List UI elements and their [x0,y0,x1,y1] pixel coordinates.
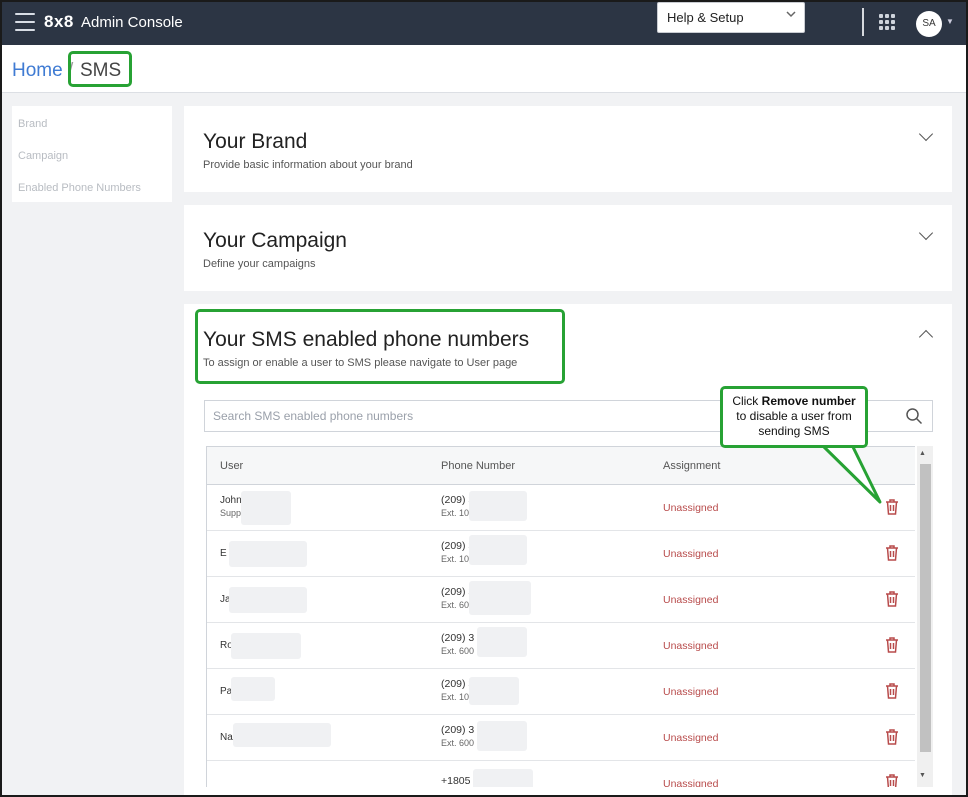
assignment-status: Unassigned [663,502,719,514]
app-title: Admin Console [81,14,183,31]
help-setup-label: Help & Setup [667,10,744,25]
campaign-card[interactable]: Your Campaign Define your campaigns [184,205,952,291]
column-header-user: User [220,460,244,472]
brand-logo: 8x8 [44,12,74,31]
sidebar-item-enabled-phone-numbers[interactable]: Enabled Phone Numbers [18,182,141,194]
chevron-down-icon [786,11,796,18]
highlight-box-section [195,309,565,384]
help-setup-dropdown[interactable]: Help & Setup [657,2,805,33]
trash-icon[interactable] [884,728,900,746]
assignment-status: Unassigned [663,778,719,787]
caret-down-icon[interactable]: ▼ [946,17,954,26]
trash-icon[interactable] [884,590,900,608]
table-row: Ja (209) 3 Ext. 600 Unassigned [207,577,915,623]
brand-card-title: Your Brand [203,130,308,153]
assignment-status: Unassigned [663,548,719,560]
callout-annotation: Click Remove number to disable a user fr… [720,386,868,448]
trash-icon[interactable] [884,498,900,516]
assignment-status: Unassigned [663,640,719,652]
table-row: Pa (209) 3 Ext. 100 Unassigned [207,669,915,715]
app-window: 8x8 Admin Console Help & Setup SA ▼ Home… [0,0,968,797]
column-header-phone: Phone Number [441,460,515,472]
breadcrumb: Home / SMS [2,45,966,93]
table-row: Na (209) 3 Ext. 600 Unassigned [207,715,915,761]
search-icon[interactable] [905,407,923,425]
table-header: User Phone Number Assignment [207,446,915,485]
user-cell: John Supp [220,495,242,518]
assignment-status: Unassigned [663,732,719,744]
sidebar-item-brand[interactable]: Brand [18,118,47,130]
breadcrumb-home-link[interactable]: Home [12,60,63,82]
scroll-up-arrow-icon[interactable]: ▲ [919,450,926,457]
trash-icon[interactable] [884,636,900,654]
table-scrollbar-thumb[interactable] [920,464,931,752]
trash-icon[interactable] [884,544,900,562]
chevron-down-icon[interactable] [918,126,934,142]
header-divider [862,8,864,36]
trash-icon[interactable] [884,773,900,787]
highlight-box-breadcrumb [68,51,132,87]
brand-card[interactable]: Your Brand Provide basic information abo… [184,106,952,192]
phone-cell: (209) 3 Ext. 600 [441,724,475,748]
table-row: E (209) 3 Ext. 100 Unassigned [207,531,915,577]
chevron-down-icon[interactable] [918,225,934,241]
table-row: +1805 Unassigned [207,761,915,787]
trash-icon[interactable] [884,682,900,700]
phone-cell: +1805 [441,775,471,787]
hamburger-menu-icon[interactable] [15,13,35,31]
avatar[interactable]: SA [916,11,942,37]
user-cell: E [220,548,227,559]
scroll-down-arrow-icon[interactable]: ▼ [919,772,926,779]
app-launcher-icon[interactable] [879,14,895,30]
chevron-up-icon[interactable] [918,329,934,345]
section-nav: Brand Campaign Enabled Phone Numbers [12,106,172,202]
assignment-status: Unassigned [663,686,719,698]
table-row: Ro (209) 3 Ext. 600 Unassigned [207,623,915,669]
phone-numbers-table: User Phone Number Assignment John Supp (2… [206,446,933,787]
table-row: John Supp (209) 3 Ext. 100 Unassigned [207,485,915,531]
top-bar: 8x8 Admin Console Help & Setup SA ▼ [2,2,966,45]
column-header-assignment: Assignment [663,460,721,472]
brand-card-subtitle: Provide basic information about your bra… [203,159,413,171]
sidebar-item-campaign[interactable]: Campaign [18,150,68,162]
campaign-card-subtitle: Define your campaigns [203,258,316,270]
campaign-card-title: Your Campaign [203,229,347,252]
user-cell: Na [220,732,233,743]
assignment-status: Unassigned [663,594,719,606]
phone-cell: (209) 3 Ext. 600 [441,632,475,656]
